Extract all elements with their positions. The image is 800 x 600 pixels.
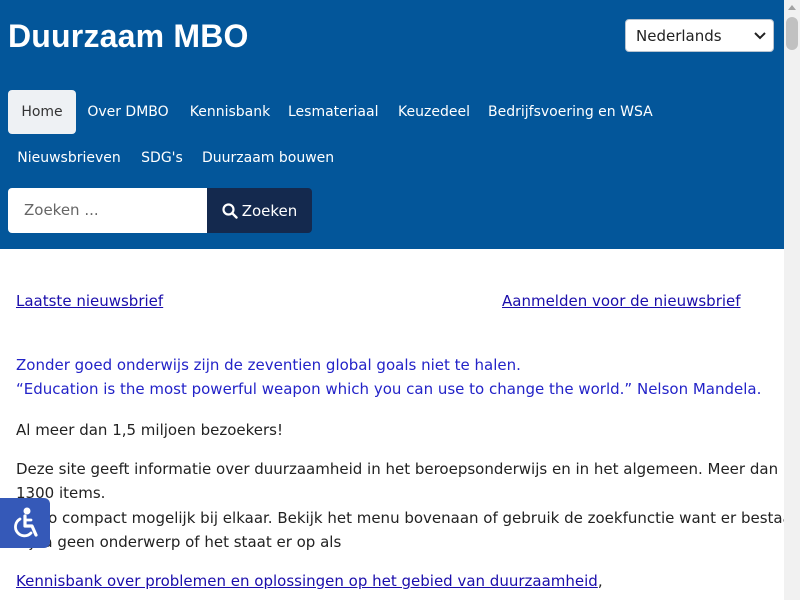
search-input[interactable]: Zoeken ...: [8, 188, 207, 233]
chevron-down-icon: [754, 32, 766, 40]
intro-line-4: bijna geen onderwerp of het staat er op …: [16, 533, 342, 551]
nav-item-nieuwsbrieven[interactable]: Nieuwsbrieven: [14, 136, 124, 180]
quote-line-2: “Education is the most powerful weapon w…: [16, 380, 762, 398]
accessibility-button[interactable]: [0, 498, 50, 548]
nav-item-duurzaam-bouwen[interactable]: Duurzaam bouwen: [202, 136, 334, 180]
vertical-scrollbar[interactable]: [784, 0, 800, 600]
nav-item-bedrijfsvoering[interactable]: Bedrijfsvoering en WSA: [488, 90, 653, 134]
visitors-text: Al meer dan 1,5 miljoen bezoekers!: [16, 421, 284, 439]
nav-item-home[interactable]: Home: [8, 90, 76, 134]
page: Duurzaam MBO Nederlands Home Over DMBO K…: [0, 0, 784, 600]
nav-item-over-dmbo[interactable]: Over DMBO: [84, 90, 172, 134]
accessibility-icon: [14, 507, 38, 538]
search-button[interactable]: Zoeken: [207, 188, 312, 233]
search-button-label: Zoeken: [241, 201, 298, 220]
latest-newsletter-link[interactable]: Laatste nieuwsbrief: [16, 289, 163, 313]
site-header: Duurzaam MBO Nederlands Home Over DMBO K…: [0, 0, 784, 249]
search-icon: [222, 202, 238, 219]
scrollbar-thumb[interactable]: [786, 17, 798, 50]
scroll-up-arrow-icon[interactable]: [788, 5, 796, 10]
intro-line-3: Zo zo compact mogelijk bij elkaar. Bekij…: [16, 509, 784, 527]
intro-line-1: Deze site geeft informatie over duurzaam…: [16, 460, 779, 478]
subscribe-newsletter-link[interactable]: Aanmelden voor de nieuwsbrief: [502, 289, 741, 313]
nav-item-lesmateriaal[interactable]: Lesmateriaal: [288, 90, 378, 134]
language-select-value: Nederlands: [636, 27, 722, 45]
kennisbank-suffix: ,: [597, 572, 603, 590]
nav-item-kennisbank[interactable]: Kennisbank: [186, 90, 274, 134]
nav-item-keuzedeel[interactable]: Keuzedeel: [395, 90, 473, 134]
kennisbank-paragraph: Kennisbank over problemen en oplossingen…: [16, 569, 603, 593]
kennisbank-link[interactable]: Kennisbank over problemen en oplossingen…: [16, 572, 598, 590]
language-select[interactable]: Nederlands: [625, 19, 774, 52]
site-title[interactable]: Duurzaam MBO: [8, 18, 249, 55]
quote-line-1: Zonder goed onderwijs zijn de zeventien …: [16, 356, 521, 374]
nav-item-sdgs[interactable]: SDG's: [136, 136, 188, 180]
